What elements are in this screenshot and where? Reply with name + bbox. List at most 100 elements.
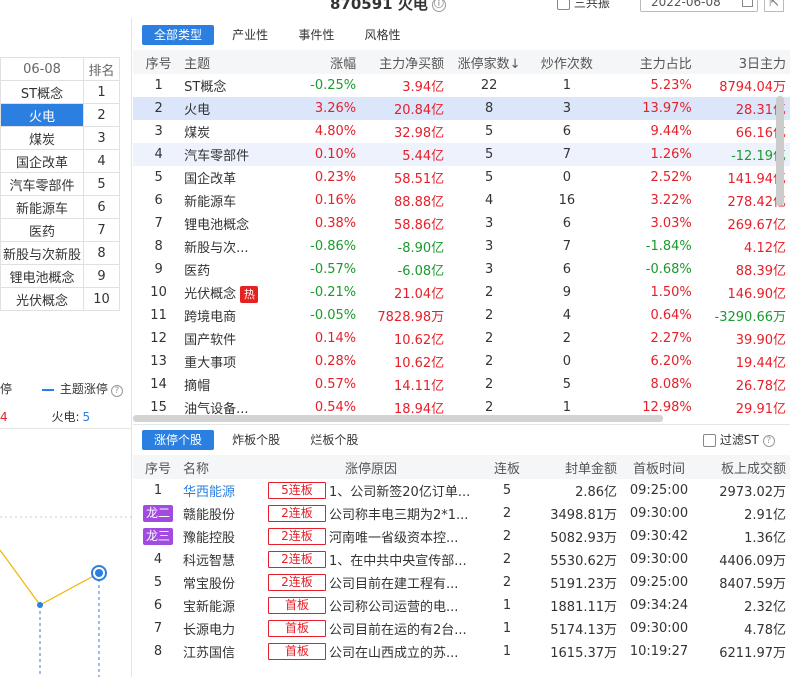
- tab-style[interactable]: 风格性: [352, 25, 412, 45]
- rank-row[interactable]: 新股与次新股 8: [0, 241, 120, 265]
- rank-theme-name[interactable]: 新股与次新股: [0, 241, 84, 265]
- date-picker[interactable]: 2022-06-08: [640, 0, 758, 12]
- rank-row[interactable]: 国企改革 4: [0, 149, 120, 173]
- col-3day-main[interactable]: 3日主力: [695, 50, 790, 74]
- theme-row[interactable]: 10 光伏概念 热 -0.21% 21.04亿 2 9 1.50% 146.90亿: [133, 281, 790, 304]
- horizontal-scrollbar[interactable]: [133, 415, 663, 422]
- col-limit-count[interactable]: 涨停家数↓: [448, 50, 531, 74]
- stock-name[interactable]: 江苏国信: [183, 640, 265, 663]
- theme-row[interactable]: 5 国企改革 0.23% 58.51亿 5 0 2.52% 141.94亿: [133, 166, 790, 189]
- limit-reason[interactable]: 公司称公司运营的电...: [329, 594, 477, 617]
- theme-name[interactable]: ST概念: [184, 74, 272, 97]
- checkbox-icon[interactable]: [703, 434, 716, 447]
- export-button[interactable]: ⇱: [764, 0, 784, 12]
- theme-row[interactable]: 9 医药 -0.57% -6.08亿 3 6 -0.68% 88.39亿: [133, 258, 790, 281]
- stock-row[interactable]: 1 华西能源 5连板 1、公司新签20亿订单... 5 2.86亿 09:25:00 2973…: [133, 479, 790, 502]
- theme-row[interactable]: 3 煤炭 4.80% 32.98亿 5 6 9.44% 66.16亿: [133, 120, 790, 143]
- col-hype-times[interactable]: 炒作次数: [530, 50, 604, 74]
- rank-row[interactable]: 煤炭 3: [0, 126, 120, 150]
- theme-row[interactable]: 2 火电 3.26% 20.84亿 8 3 13.97% 28.31亿: [133, 97, 790, 120]
- col-theme[interactable]: 主题: [184, 50, 273, 74]
- theme-name[interactable]: 火电: [184, 97, 273, 120]
- theme-row[interactable]: 6 新能源车 0.16% 88.88亿 4 16 3.22% 278.42亿: [133, 189, 790, 212]
- theme-name[interactable]: 国产软件: [184, 327, 272, 350]
- stock-row[interactable]: 7 长源电力 首板 公司目前在运的有2台... 1 5174.13万 09:30:00 4.7…: [133, 617, 790, 640]
- stock-name[interactable]: 赣能股份: [183, 502, 265, 525]
- stock-row[interactable]: 5 常宝股份 2连板 公司目前在建工程有... 2 5191.23万 09:25:00 840…: [133, 571, 790, 594]
- rank-row[interactable]: 汽车零部件 5: [0, 172, 120, 196]
- theme-name[interactable]: 汽车零部件: [184, 143, 273, 166]
- chart-point[interactable]: [37, 602, 43, 608]
- theme-name[interactable]: 新股与次...: [184, 235, 272, 258]
- calendar-icon[interactable]: [742, 0, 753, 7]
- col-change[interactable]: 涨幅: [272, 50, 361, 74]
- rank-row[interactable]: 新能源车 6: [0, 195, 120, 219]
- rank-theme-name[interactable]: 锂电池概念: [0, 264, 84, 288]
- stock-row[interactable]: 龙三 豫能控股 2连板 河南唯一省级资本控... 2 5082.93万 09:30:42 1.…: [133, 525, 790, 548]
- rank-theme-name[interactable]: 新能源车: [0, 195, 84, 219]
- theme-row[interactable]: 8 新股与次... -0.86% -8.90亿 3 7 -1.84% 4.12亿: [133, 235, 790, 258]
- checkbox-icon[interactable]: [557, 0, 570, 10]
- theme-name[interactable]: 重大事项: [184, 350, 272, 373]
- col-main-ratio[interactable]: 主力占比: [603, 50, 696, 74]
- theme-name[interactable]: 新能源车: [184, 189, 272, 212]
- rank-theme-name[interactable]: 光伏概念: [0, 287, 84, 311]
- col-first-time[interactable]: 首板时间: [621, 455, 698, 479]
- stock-name[interactable]: 华西能源: [183, 479, 265, 502]
- limit-reason[interactable]: 1、公司新签20亿订单...: [329, 479, 477, 502]
- rank-row[interactable]: 医药 7: [0, 218, 120, 242]
- stock-name[interactable]: 宝新能源: [183, 594, 265, 617]
- col-seal-amount[interactable]: 封单金额: [537, 455, 622, 479]
- theme-row[interactable]: 13 重大事项 0.28% 10.62亿 2 0 6.20% 19.44亿: [133, 350, 790, 373]
- rank-row[interactable]: 火电 2: [0, 103, 120, 127]
- rank-row[interactable]: 锂电池概念 9: [0, 264, 120, 288]
- info-icon[interactable]: ⓘ: [431, 0, 446, 12]
- filter-st-checkbox[interactable]: 过滤ST?: [703, 431, 775, 448]
- limit-reason[interactable]: 公司目前在运的有2台...: [329, 617, 477, 640]
- col-name[interactable]: 名称: [183, 455, 265, 479]
- tab-limit-up[interactable]: 涨停个股: [142, 430, 215, 450]
- rank-theme-name[interactable]: 煤炭: [0, 126, 84, 150]
- theme-row[interactable]: 14 摘帽 0.57% 14.11亿 2 5 8.08% 26.78亿: [133, 373, 790, 396]
- col-net-buy[interactable]: 主力净买额: [360, 50, 449, 74]
- theme-name[interactable]: 跨境电商: [184, 304, 272, 327]
- theme-name[interactable]: 光伏概念 热: [184, 281, 272, 304]
- stock-name[interactable]: 豫能控股: [183, 525, 265, 548]
- limit-reason[interactable]: 公司在山西成立的苏...: [329, 640, 477, 663]
- theme-row[interactable]: 12 国产软件 0.14% 10.62亿 2 2 2.27% 39.90亿: [133, 327, 790, 350]
- limit-reason[interactable]: 公司称丰电三期为2*1...: [329, 502, 477, 525]
- vertical-scrollbar[interactable]: [776, 96, 784, 206]
- stock-name[interactable]: 科远智慧: [183, 548, 265, 571]
- stock-row[interactable]: 6 宝新能源 首板 公司称公司运营的电... 1 1881.11万 09:34:24 2.32…: [133, 594, 790, 617]
- col-reason[interactable]: 涨停原因: [265, 455, 478, 479]
- stock-row[interactable]: 4 科远智慧 2连板 1、在中共中央宣传部... 2 5530.62万 09:30:00 44…: [133, 548, 790, 571]
- tab-industry[interactable]: 产业性: [220, 25, 280, 45]
- theme-name[interactable]: 锂电池概念: [184, 212, 272, 235]
- col-turnover[interactable]: 板上成交额: [697, 455, 790, 479]
- theme-name[interactable]: 国企改革: [184, 166, 272, 189]
- stock-row[interactable]: 龙二 赣能股份 2连板 公司称丰电三期为2*1... 2 3498.81万 09:30:00…: [133, 502, 790, 525]
- help-icon[interactable]: ?: [110, 385, 123, 397]
- tab-broken-board[interactable]: 炸板个股: [220, 430, 292, 450]
- theme-name[interactable]: 医药: [184, 258, 272, 281]
- rank-theme-name[interactable]: 医药: [0, 218, 84, 242]
- rank-row[interactable]: ST概念 1: [0, 80, 120, 104]
- theme-name[interactable]: 煤炭: [184, 120, 272, 143]
- limit-reason[interactable]: 1、在中共中央宣传部...: [329, 548, 477, 571]
- theme-row[interactable]: 1 ST概念 -0.25% 3.94亿 22 1 5.23% 8794.04万: [133, 74, 790, 97]
- limit-reason[interactable]: 公司目前在建工程有...: [329, 571, 477, 594]
- stock-row[interactable]: 8 江苏国信 首板 公司在山西成立的苏... 1 1615.37万 10:19:27 6211…: [133, 640, 790, 663]
- resonance-checkbox[interactable]: 三共振: [557, 0, 610, 11]
- tab-event[interactable]: 事件性: [286, 25, 346, 45]
- rank-theme-name[interactable]: ST概念: [0, 80, 84, 104]
- theme-row[interactable]: 7 锂电池概念 0.38% 58.86亿 3 6 3.03% 269.67亿: [133, 212, 790, 235]
- rank-theme-name[interactable]: 火电: [0, 103, 84, 127]
- stock-name[interactable]: 常宝股份: [183, 571, 265, 594]
- limit-reason[interactable]: 河南唯一省级资本控...: [329, 525, 477, 548]
- theme-name[interactable]: 摘帽: [184, 373, 272, 396]
- col-board-count[interactable]: 连板: [477, 455, 538, 479]
- theme-row[interactable]: 4 汽车零部件 0.10% 5.44亿 5 7 1.26% -12.19亿: [133, 143, 790, 166]
- rank-theme-name[interactable]: 国企改革: [0, 149, 84, 173]
- tab-weak-board[interactable]: 烂板个股: [298, 430, 370, 450]
- rank-row[interactable]: 光伏概念 10: [0, 287, 120, 311]
